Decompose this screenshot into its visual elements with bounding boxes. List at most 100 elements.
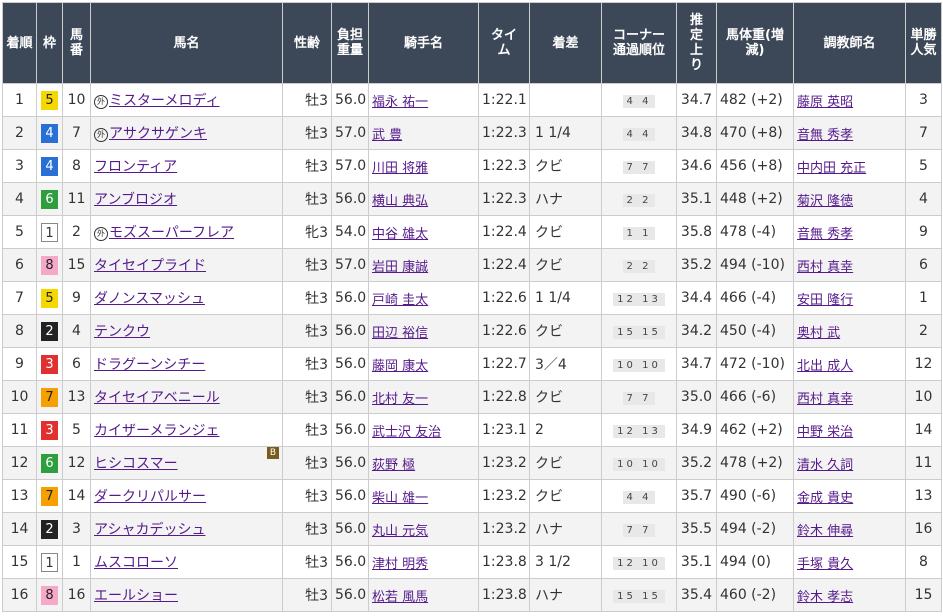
jockey-link[interactable]: 武 豊 [372, 128, 402, 143]
jockey-cell: 松若 風馬 [368, 578, 479, 612]
trainer-link[interactable]: 金成 貴史 [797, 491, 853, 506]
sex-age-value: 牡3 [305, 126, 328, 142]
trainer-link[interactable]: 西村 真幸 [797, 260, 853, 275]
trainer-link[interactable]: 鈴木 伸尋 [797, 524, 853, 539]
popularity-value: 13 [914, 488, 933, 504]
jockey-link[interactable]: 津村 明秀 [372, 557, 428, 572]
horse-name-link[interactable]: エールショー [94, 588, 178, 604]
last3f-cell: 35.0 [676, 380, 717, 414]
rank-value: 12 [10, 455, 29, 471]
horse-name-link[interactable]: アシャカデッシュ [94, 522, 205, 538]
weight-carried-value: 56.0 [335, 521, 367, 537]
jockey-link[interactable]: 柴山 雄一 [372, 491, 428, 506]
jockey-link[interactable]: 松若 風馬 [372, 590, 428, 605]
jockey-cell: 荻野 極 [368, 446, 479, 480]
horse-name-link[interactable]: タイセイプライド [94, 258, 206, 274]
weight-carried-cell: 56.0 [331, 512, 369, 546]
umaban-value: 9 [72, 290, 81, 306]
body-weight-value: 494 (-10) [720, 257, 785, 273]
horse-name-link[interactable]: カイザーメランジェ [94, 423, 219, 439]
trainer-link[interactable]: 鈴木 孝志 [797, 590, 853, 605]
horse-name-link[interactable]: フロンティア [94, 159, 177, 175]
body-weight-cell: 456 (+8) [716, 149, 794, 183]
horse-name-link[interactable]: タイセイアベニール [94, 390, 220, 406]
time-cell: 1:23.2 [478, 479, 530, 513]
rank-value: 10 [10, 389, 29, 405]
jockey-link[interactable]: 岩田 康誠 [372, 260, 428, 275]
sex-age-cell: 牡3 [282, 281, 332, 315]
trainer-link[interactable]: 中野 栄治 [797, 425, 853, 440]
popularity-value: 12 [914, 356, 933, 372]
trainer-link[interactable]: 清水 久詞 [797, 458, 853, 473]
rank-value: 4 [15, 191, 24, 207]
horse-name-link[interactable]: ヒシコスマー [94, 456, 178, 472]
jockey-link[interactable]: 丸山 元気 [372, 524, 428, 539]
trainer-link[interactable]: 藤原 英昭 [797, 95, 853, 110]
sex-age-value: 牡3 [305, 456, 328, 472]
horse-name-link[interactable]: ダークリパルサー [94, 489, 206, 505]
corner-order: 12 13 [613, 425, 665, 438]
jockey-link[interactable]: 川田 将雅 [372, 161, 428, 176]
sex-age-cell: 牡3 [282, 479, 332, 513]
time-cell: 1:22.7 [478, 347, 530, 381]
jockey-link[interactable]: 荻野 極 [372, 458, 415, 473]
horse-name-link[interactable]: ミスターメロディ [109, 93, 219, 109]
popularity-cell: 5 [905, 149, 942, 183]
rank-value: 5 [15, 224, 24, 240]
corner-cell: 15 15 [601, 578, 677, 612]
margin-value: クビ [535, 489, 563, 505]
body-weight-value: 478 (+2) [720, 455, 783, 471]
body-weight-cell: 448 (+2) [716, 182, 794, 216]
waku-badge: 3 [41, 420, 58, 440]
trainer-link[interactable]: 手塚 貴久 [797, 557, 853, 572]
sex-age-value: 牡3 [305, 423, 328, 439]
corner-cell: 10 10 [601, 347, 677, 381]
jockey-link[interactable]: 戸崎 圭太 [372, 293, 428, 308]
horse-cell: ムスコローソ [90, 545, 283, 579]
body-weight-value: 448 (+2) [720, 191, 783, 207]
rank-cell: 7 [2, 281, 37, 315]
trainer-link[interactable]: 北出 成人 [797, 359, 853, 374]
time-cell: 1:22.4 [478, 248, 530, 282]
trainer-link[interactable]: 音無 秀孝 [797, 227, 853, 242]
waku-badge: 7 [41, 387, 58, 407]
trainer-link[interactable]: 奥村 武 [797, 326, 840, 341]
weight-carried-cell: 56.0 [331, 347, 369, 381]
horse-name-link[interactable]: テンクウ [94, 324, 150, 340]
jockey-link[interactable]: 藤岡 康太 [372, 359, 428, 374]
trainer-link[interactable]: 音無 秀孝 [797, 128, 853, 143]
rank-cell: 14 [2, 512, 37, 546]
jockey-link[interactable]: 横山 典弘 [372, 194, 428, 209]
jockey-link[interactable]: 武士沢 友治 [372, 425, 441, 440]
trainer-link[interactable]: 西村 真幸 [797, 392, 853, 407]
jockey-cell: 戸崎 圭太 [368, 281, 479, 315]
jockey-link[interactable]: 中谷 雄太 [372, 227, 428, 242]
popularity-cell: 12 [905, 347, 942, 381]
jockey-link[interactable]: 福永 祐一 [372, 95, 428, 110]
corner-cell: 7 7 [601, 380, 677, 414]
time-value: 1:23.2 [482, 521, 527, 537]
horse-name-link[interactable]: ドラグーンシチー [94, 357, 205, 373]
jockey-link[interactable]: 田辺 裕信 [372, 326, 428, 341]
corner-order: 2 2 [622, 194, 656, 207]
horse-name-link[interactable]: アサクサゲンキ [109, 126, 207, 142]
jockey-link[interactable]: 北村 友一 [372, 392, 428, 407]
horse-name-link[interactable]: モズスーパーフレア [109, 225, 234, 241]
rank-cell: 15 [2, 545, 37, 579]
jockey-cell: 北村 友一 [368, 380, 479, 414]
horse-name-link[interactable]: ダノンスマッシュ [94, 291, 205, 307]
horse-name-link[interactable]: ムスコローソ [94, 555, 178, 571]
trainer-link[interactable]: 中内田 充正 [797, 161, 866, 176]
trainer-link[interactable]: 菊沢 隆徳 [797, 194, 853, 209]
corner-cell: 12 13 [601, 413, 677, 447]
popularity-value: 11 [914, 455, 933, 471]
jockey-cell: 田辺 裕信 [368, 314, 479, 348]
umaban-cell: 7 [62, 116, 91, 150]
body-weight-value: 456 (+8) [720, 158, 783, 174]
umaban-cell: 3 [62, 512, 91, 546]
table-row: 16 8 16 エールショー 牡3 56.0 松若 風馬 1:23.8 ハナ 15 15 35.4 4… [2, 578, 942, 612]
horse-name-link[interactable]: アンブロジオ [94, 192, 177, 208]
popularity-cell: 11 [905, 446, 942, 480]
trainer-link[interactable]: 安田 隆行 [797, 293, 853, 308]
body-weight-value: 490 (-6) [720, 488, 777, 504]
